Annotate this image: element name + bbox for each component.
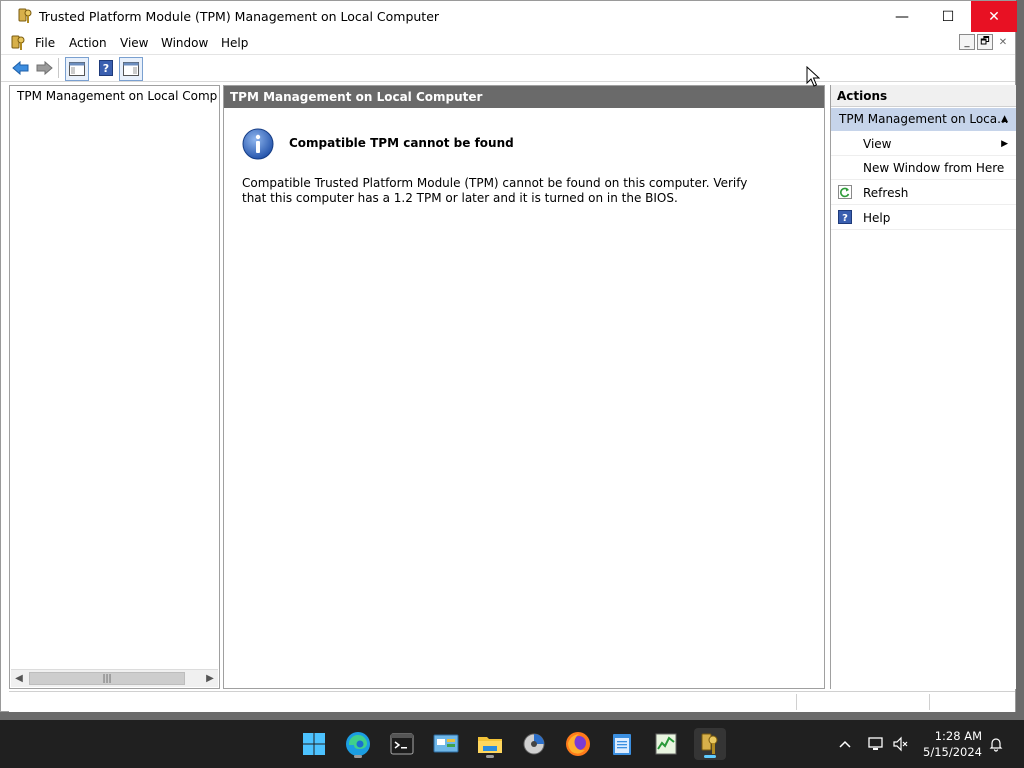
- mdi-controls: _ 🗗 ✕: [959, 34, 1011, 52]
- status-divider: [796, 694, 797, 710]
- scroll-right-icon[interactable]: ▶: [202, 670, 218, 687]
- action-new-window-label: New Window from Here: [863, 161, 1005, 175]
- actions-pane: Actions TPM Management on Loca... ▲ View…: [830, 85, 1016, 689]
- scroll-thumb[interactable]: |||: [29, 672, 185, 685]
- window-title: Trusted Platform Module (TPM) Management…: [39, 9, 440, 24]
- tpm-key-icon: [18, 8, 32, 23]
- running-indicator: [486, 755, 494, 758]
- help-icon: ?: [838, 210, 852, 224]
- menu-file[interactable]: File: [35, 36, 55, 50]
- actions-header: Actions: [831, 85, 1016, 107]
- horizontal-scrollbar[interactable]: ◀ ||| ▶: [11, 669, 218, 687]
- information-icon: [242, 128, 274, 160]
- mdi-minimize-button[interactable]: _: [959, 34, 975, 50]
- action-refresh[interactable]: Refresh: [831, 181, 1016, 205]
- actions-section-tpm[interactable]: TPM Management on Loca... ▲: [831, 108, 1016, 131]
- control-panel-icon: [433, 734, 459, 753]
- menu-help[interactable]: Help: [221, 36, 248, 50]
- menu-action[interactable]: Action: [69, 36, 107, 50]
- taskbar-file-explorer[interactable]: [474, 728, 506, 760]
- mdi-restore-button[interactable]: 🗗: [977, 34, 993, 50]
- running-indicator: [354, 755, 362, 758]
- notification-bell-icon[interactable]: [986, 734, 1006, 754]
- svg-text:?: ?: [842, 213, 848, 224]
- clock-time: 1:28 AM: [934, 729, 982, 743]
- tpm-key-icon[interactable]: [10, 35, 26, 51]
- refresh-icon: [838, 185, 852, 199]
- title-bar[interactable]: Trusted Platform Module (TPM) Management…: [1, 1, 1017, 32]
- action-help[interactable]: ? Help: [831, 206, 1016, 230]
- taskbar-notepad[interactable]: [606, 728, 638, 760]
- tree-item-tpm-management[interactable]: TPM Management on Local Comp: [12, 87, 217, 105]
- taskbar-tpm-management[interactable]: [694, 728, 726, 760]
- menu-bar: File Action View Window Help _ 🗗 ✕: [1, 32, 1015, 55]
- svg-text:?: ?: [103, 62, 109, 75]
- back-arrow-icon: [12, 60, 29, 76]
- volume-muted-icon[interactable]: [891, 734, 911, 754]
- start-button[interactable]: [298, 728, 330, 760]
- taskbar: 1:28 AM 5/15/2024: [0, 720, 1024, 768]
- network-icon[interactable]: [866, 734, 886, 754]
- back-button[interactable]: [10, 57, 32, 79]
- show-hide-console-tree-button[interactable]: [65, 57, 89, 81]
- task-manager-icon: [655, 733, 677, 755]
- disk-management-icon: [523, 733, 545, 755]
- toolbar: ?: [1, 55, 1015, 82]
- maximize-button[interactable]: ☐: [925, 1, 971, 32]
- menu-window[interactable]: Window: [161, 36, 208, 50]
- notepad-icon: [613, 734, 631, 755]
- close-button[interactable]: ✕: [971, 1, 1017, 32]
- toolbar-separator: [58, 58, 59, 78]
- help-icon: ?: [99, 60, 113, 76]
- tree-item-label: TPM Management on Local Comp: [17, 89, 217, 103]
- active-indicator: [704, 755, 716, 758]
- submenu-arrow-icon: ▶: [1001, 139, 1008, 149]
- folder-icon: [478, 737, 502, 753]
- system-clock[interactable]: 1:28 AM 5/15/2024: [918, 728, 982, 760]
- mouse-cursor-icon: [806, 66, 820, 87]
- action-help-label: Help: [863, 211, 891, 225]
- taskbar-terminal[interactable]: [386, 728, 418, 760]
- taskbar-task-manager[interactable]: [650, 728, 682, 760]
- menu-view[interactable]: View: [120, 36, 148, 50]
- result-pane-header: TPM Management on Local Computer: [224, 86, 824, 108]
- minimize-button[interactable]: —: [879, 1, 925, 32]
- edge-icon: [346, 732, 370, 756]
- action-pane-icon: [123, 62, 139, 76]
- console-tree-pane: TPM Management on Local Comp ◀ ||| ▶: [9, 85, 220, 689]
- status-divider: [929, 694, 930, 710]
- console-tree-icon: [69, 62, 85, 76]
- tpm-key-icon: [701, 733, 718, 754]
- clock-date: 5/15/2024: [923, 745, 982, 759]
- terminal-icon: [390, 733, 414, 755]
- forward-arrow-icon: [36, 60, 53, 76]
- show-hidden-icons-chevron-up-icon[interactable]: [835, 734, 855, 754]
- mmc-window: Trusted Platform Module (TPM) Management…: [0, 0, 1017, 712]
- taskbar-edge[interactable]: [342, 728, 374, 760]
- result-pane: TPM Management on Local Computer Compati…: [223, 85, 825, 689]
- action-refresh-label: Refresh: [863, 186, 909, 200]
- firefox-icon: [566, 732, 590, 756]
- taskbar-control-panel[interactable]: [430, 728, 462, 760]
- taskbar-firefox[interactable]: [562, 728, 594, 760]
- action-view-label: View: [863, 137, 892, 151]
- taskbar-disk-management[interactable]: [518, 728, 550, 760]
- actions-section-label: TPM Management on Loca...: [839, 112, 1009, 126]
- status-bar: [9, 691, 1015, 712]
- forward-button[interactable]: [33, 57, 55, 79]
- collapse-caret-icon[interactable]: ▲: [1001, 108, 1008, 131]
- windows-logo-icon: [303, 733, 325, 755]
- show-hide-action-pane-button[interactable]: [119, 57, 143, 81]
- mdi-close-button[interactable]: ✕: [995, 34, 1011, 50]
- error-title: Compatible TPM cannot be found: [289, 136, 514, 150]
- error-description: Compatible Trusted Platform Module (TPM)…: [242, 176, 748, 205]
- action-new-window-from-here[interactable]: New Window from Here: [831, 156, 1016, 180]
- action-view[interactable]: View ▶: [831, 132, 1016, 156]
- scroll-left-icon[interactable]: ◀: [11, 670, 27, 687]
- help-toolbar-button[interactable]: ?: [95, 57, 117, 79]
